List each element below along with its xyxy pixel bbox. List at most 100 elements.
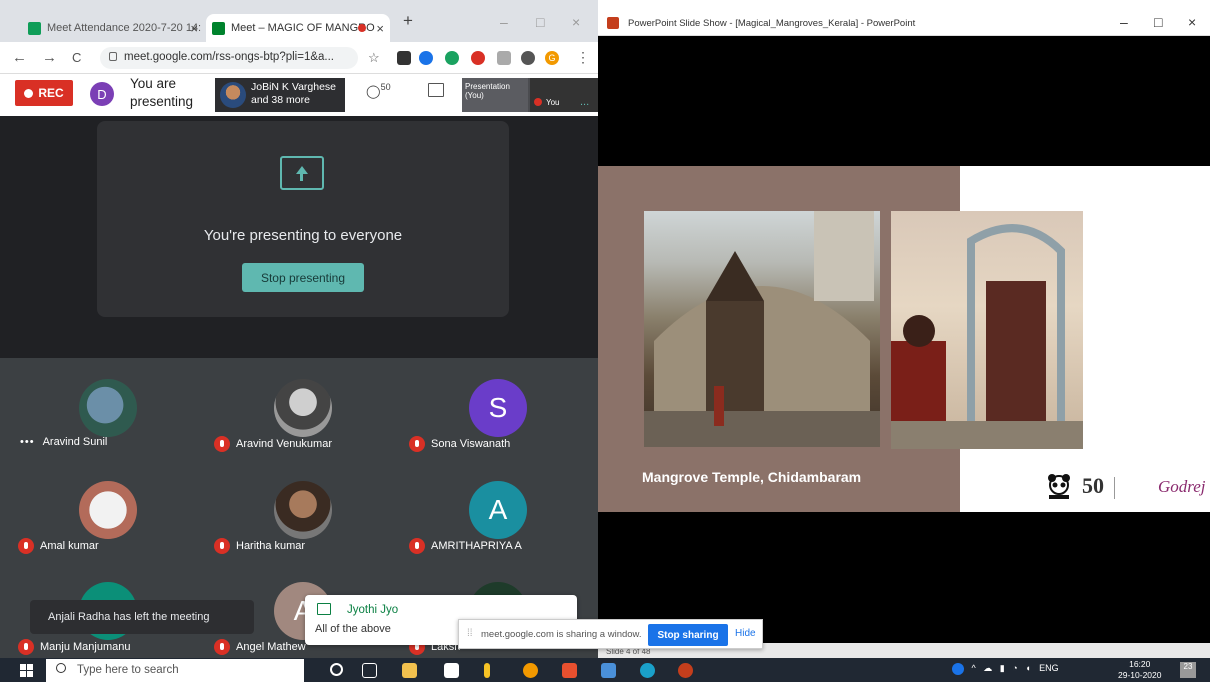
- more-options-icon[interactable]: ...: [580, 96, 589, 108]
- notification-center-icon[interactable]: 23: [1180, 662, 1196, 678]
- more-icon[interactable]: •••: [20, 436, 35, 448]
- stop-presenting-button[interactable]: Stop presenting: [242, 263, 364, 292]
- maximize-button[interactable]: □: [1154, 14, 1162, 30]
- tab-bar: Meet Attendance 2020-7-20 14: × Meet – M…: [0, 0, 598, 42]
- windows-start-icon[interactable]: [20, 664, 33, 677]
- participant-name: Angel Mathew: [214, 639, 306, 655]
- tab-meet[interactable]: Meet – MAGIC OF MANGRO ×: [206, 14, 390, 42]
- extension-grammarly-icon[interactable]: [445, 51, 459, 65]
- muted-mic-icon: [18, 538, 34, 554]
- you-thumbnail[interactable]: You ...: [530, 78, 598, 112]
- tray-chevron-icon[interactable]: ^: [972, 663, 976, 673]
- participant-name: Amal kumar: [18, 538, 99, 554]
- file-explorer-icon[interactable]: [402, 663, 417, 678]
- presenting-panel: You're presenting to everyone Stop prese…: [97, 121, 509, 317]
- record-dot-icon: [24, 88, 34, 98]
- mail-icon[interactable]: [601, 663, 616, 678]
- muted-mic-icon: [534, 98, 542, 106]
- temple-photo: [644, 211, 880, 447]
- chat-icon[interactable]: [428, 83, 444, 97]
- logo-text-block: [1114, 477, 1150, 499]
- powerpoint-titlebar: PowerPoint Slide Show - [Magical_Mangrov…: [598, 0, 1210, 36]
- extension-screencast-icon[interactable]: [397, 51, 411, 65]
- extensions-puzzle-icon[interactable]: [521, 51, 535, 65]
- cortana-icon[interactable]: [330, 663, 343, 676]
- participant-name: Aravind Venukumar: [214, 436, 332, 452]
- participant-avatar-amrithapriya: A: [469, 481, 527, 539]
- meet-icon: [212, 21, 225, 35]
- close-window-button[interactable]: ×: [572, 14, 580, 30]
- minimize-button[interactable]: –: [500, 14, 508, 30]
- address-bar[interactable]: meet.google.com/rss-ongs-btp?pli=1&a...: [100, 47, 358, 69]
- muted-mic-icon: [18, 639, 34, 655]
- maximize-button[interactable]: □: [536, 14, 544, 30]
- muted-mic-icon: [214, 538, 230, 554]
- powerpoint-icon: [607, 17, 619, 29]
- sharing-bar: ⁞⁞ meet.google.com is sharing a window. …: [458, 619, 763, 649]
- back-button[interactable]: ←: [12, 49, 27, 66]
- powerpoint-window: PowerPoint Slide Show - [Magical_Mangrov…: [598, 0, 1210, 658]
- language-indicator[interactable]: ENG: [1039, 663, 1059, 673]
- left-meeting-toast: Anjali Radha has left the meeting: [30, 600, 254, 634]
- presenter-tile[interactable]: JoBiN K Varghese and 38 more: [215, 78, 345, 112]
- participant-avatar-haritha: [274, 481, 332, 539]
- close-window-button[interactable]: ×: [1188, 14, 1196, 30]
- edge-icon[interactable]: [640, 663, 655, 678]
- sharing-message: meet.google.com is sharing a window.: [481, 629, 642, 640]
- onedrive-icon[interactable]: ☁: [983, 663, 992, 673]
- forward-button[interactable]: →: [42, 49, 57, 66]
- browser-toolbar: ← → C meet.google.com/rss-ongs-btp?pli=1…: [0, 42, 598, 74]
- participant-avatar-sona: S: [469, 379, 527, 437]
- tab-meet-attendance[interactable]: Meet Attendance 2020-7-20 14: ×: [22, 14, 204, 42]
- battery-icon[interactable]: ▮: [1000, 663, 1005, 673]
- chrome-taskbar-icon[interactable]: [523, 663, 538, 678]
- network-icon[interactable]: ◔: [1012, 663, 1017, 673]
- volume-icon[interactable]: ◖: [1025, 663, 1030, 673]
- shrine-photo: [891, 211, 1083, 449]
- reload-button[interactable]: C: [72, 50, 81, 65]
- amazon-icon[interactable]: [444, 663, 459, 678]
- hide-button[interactable]: Hide: [735, 628, 756, 639]
- help-icon[interactable]: [952, 663, 964, 675]
- profile-avatar[interactable]: G: [545, 51, 559, 65]
- clock[interactable]: 16:20 29-10-2020: [1118, 659, 1161, 681]
- tab-close-icon[interactable]: ×: [190, 21, 198, 36]
- chrome-window: Meet Attendance 2020-7-20 14: × Meet – M…: [0, 0, 598, 658]
- recording-dot-icon: [358, 24, 366, 32]
- chrome-menu-icon[interactable]: ⋮: [576, 49, 590, 66]
- participant-name: Haritha kumar: [214, 538, 305, 554]
- extension-shield-icon[interactable]: [471, 51, 485, 65]
- participant-name: Sona Viswanath: [409, 436, 510, 452]
- extension-gray-icon[interactable]: [497, 51, 511, 65]
- participants-button[interactable]: ◯50: [366, 82, 391, 99]
- extension-bird-icon[interactable]: [419, 51, 433, 65]
- bolt-app-icon[interactable]: [484, 663, 490, 678]
- sheets-icon: [28, 21, 41, 35]
- tab-close-icon[interactable]: ×: [376, 21, 384, 36]
- chat-message: All of the above: [315, 623, 391, 635]
- logo-50: 50: [1082, 473, 1104, 498]
- muted-mic-icon: [409, 436, 425, 452]
- window-title: PowerPoint Slide Show - [Magical_Mangrov…: [628, 18, 916, 29]
- chat-sender: Jyothi Jyo: [347, 604, 399, 616]
- participant-avatar-aravind-sunil: [79, 379, 137, 437]
- stop-sharing-button[interactable]: Stop sharing: [648, 624, 728, 646]
- present-screen-icon: [280, 156, 324, 190]
- self-thumbnails: Presentation (You) You ...: [462, 78, 598, 112]
- recording-badge[interactable]: REC: [15, 80, 73, 106]
- participant-name: Manju Manjumanu: [18, 639, 131, 655]
- drag-handle-icon[interactable]: ⁞⁞: [467, 628, 473, 639]
- presentation-thumbnail[interactable]: Presentation (You): [462, 78, 528, 112]
- task-view-icon[interactable]: [362, 663, 377, 678]
- windows-taskbar: Type here to search ^ ☁ ▮ ◔ ◖ ENG 16:20 …: [0, 658, 1210, 682]
- powerpoint-taskbar-icon[interactable]: [678, 663, 693, 678]
- wwf-panda-icon: [1048, 474, 1070, 499]
- new-tab-button[interactable]: +: [403, 11, 413, 31]
- meet-top-strip: REC D You are presenting JoBiN K Varghes…: [0, 74, 598, 116]
- self-avatar[interactable]: D: [90, 82, 114, 106]
- system-tray: ^ ☁ ▮ ◔ ◖ ENG: [952, 663, 1059, 675]
- minimize-button[interactable]: –: [1120, 14, 1128, 30]
- bookmark-star-icon[interactable]: ☆: [368, 50, 380, 66]
- office-icon[interactable]: [562, 663, 577, 678]
- taskbar-search[interactable]: Type here to search: [46, 659, 304, 682]
